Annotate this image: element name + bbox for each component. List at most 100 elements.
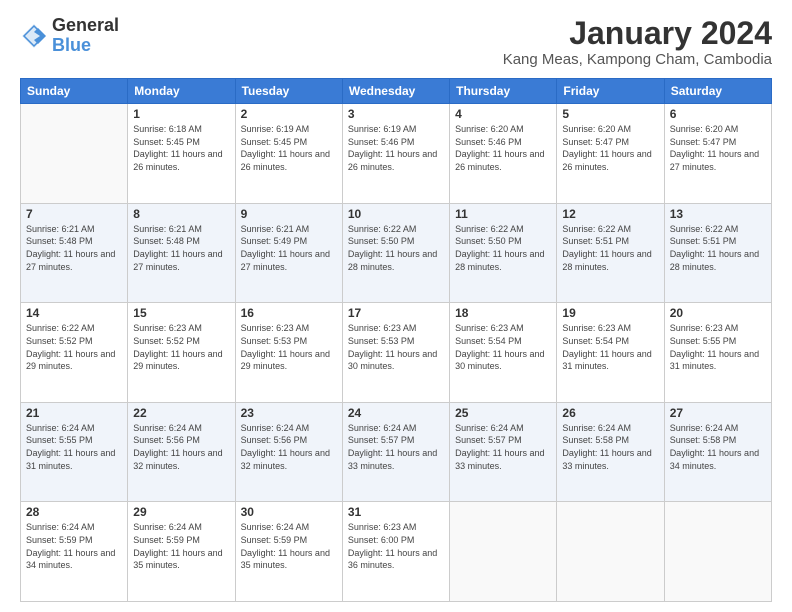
calendar-week-row: 21 Sunrise: 6:24 AM Sunset: 5:55 PM Dayl… bbox=[21, 402, 772, 502]
table-row: 17 Sunrise: 6:23 AM Sunset: 5:53 PM Dayl… bbox=[342, 303, 449, 403]
table-row bbox=[664, 502, 771, 602]
calendar-week-row: 28 Sunrise: 6:24 AM Sunset: 5:59 PM Dayl… bbox=[21, 502, 772, 602]
sunset-text: Sunset: 5:59 PM bbox=[241, 535, 308, 545]
day-info: Sunrise: 6:20 AM Sunset: 5:47 PM Dayligh… bbox=[562, 123, 658, 173]
sunset-text: Sunset: 5:51 PM bbox=[670, 236, 737, 246]
day-number: 28 bbox=[26, 505, 122, 519]
sunset-text: Sunset: 5:50 PM bbox=[348, 236, 415, 246]
day-info: Sunrise: 6:23 AM Sunset: 5:53 PM Dayligh… bbox=[348, 322, 444, 372]
table-row: 25 Sunrise: 6:24 AM Sunset: 5:57 PM Dayl… bbox=[450, 402, 557, 502]
table-row: 30 Sunrise: 6:24 AM Sunset: 5:59 PM Dayl… bbox=[235, 502, 342, 602]
header-wednesday: Wednesday bbox=[342, 79, 449, 104]
sunrise-text: Sunrise: 6:22 AM bbox=[670, 224, 739, 234]
day-info: Sunrise: 6:19 AM Sunset: 5:46 PM Dayligh… bbox=[348, 123, 444, 173]
table-row: 2 Sunrise: 6:19 AM Sunset: 5:45 PM Dayli… bbox=[235, 104, 342, 204]
day-number: 26 bbox=[562, 406, 658, 420]
table-row: 1 Sunrise: 6:18 AM Sunset: 5:45 PM Dayli… bbox=[128, 104, 235, 204]
day-number: 31 bbox=[348, 505, 444, 519]
sunset-text: Sunset: 5:56 PM bbox=[241, 435, 308, 445]
sunrise-text: Sunrise: 6:22 AM bbox=[455, 224, 524, 234]
table-row: 3 Sunrise: 6:19 AM Sunset: 5:46 PM Dayli… bbox=[342, 104, 449, 204]
day-number: 24 bbox=[348, 406, 444, 420]
day-info: Sunrise: 6:20 AM Sunset: 5:46 PM Dayligh… bbox=[455, 123, 551, 173]
sunset-text: Sunset: 5:58 PM bbox=[670, 435, 737, 445]
daylight-text: Daylight: 11 hours and 33 minutes. bbox=[562, 448, 651, 471]
day-info: Sunrise: 6:21 AM Sunset: 5:49 PM Dayligh… bbox=[241, 223, 337, 273]
day-info: Sunrise: 6:23 AM Sunset: 5:54 PM Dayligh… bbox=[562, 322, 658, 372]
month-title: January 2024 bbox=[503, 16, 772, 51]
sunset-text: Sunset: 5:53 PM bbox=[241, 336, 308, 346]
table-row: 27 Sunrise: 6:24 AM Sunset: 5:58 PM Dayl… bbox=[664, 402, 771, 502]
table-row: 14 Sunrise: 6:22 AM Sunset: 5:52 PM Dayl… bbox=[21, 303, 128, 403]
table-row: 8 Sunrise: 6:21 AM Sunset: 5:48 PM Dayli… bbox=[128, 203, 235, 303]
daylight-text: Daylight: 11 hours and 29 minutes. bbox=[26, 349, 115, 372]
daylight-text: Daylight: 11 hours and 27 minutes. bbox=[241, 249, 330, 272]
day-info: Sunrise: 6:22 AM Sunset: 5:50 PM Dayligh… bbox=[455, 223, 551, 273]
day-number: 11 bbox=[455, 207, 551, 221]
table-row: 31 Sunrise: 6:23 AM Sunset: 6:00 PM Dayl… bbox=[342, 502, 449, 602]
day-number: 21 bbox=[26, 406, 122, 420]
logo-blue: Blue bbox=[52, 36, 119, 56]
daylight-text: Daylight: 11 hours and 34 minutes. bbox=[26, 548, 115, 571]
daylight-text: Daylight: 11 hours and 28 minutes. bbox=[670, 249, 759, 272]
daylight-text: Daylight: 11 hours and 33 minutes. bbox=[455, 448, 544, 471]
sunrise-text: Sunrise: 6:24 AM bbox=[133, 423, 202, 433]
day-number: 13 bbox=[670, 207, 766, 221]
day-info: Sunrise: 6:23 AM Sunset: 5:52 PM Dayligh… bbox=[133, 322, 229, 372]
day-number: 17 bbox=[348, 306, 444, 320]
day-info: Sunrise: 6:22 AM Sunset: 5:52 PM Dayligh… bbox=[26, 322, 122, 372]
sunrise-text: Sunrise: 6:22 AM bbox=[348, 224, 417, 234]
table-row: 18 Sunrise: 6:23 AM Sunset: 5:54 PM Dayl… bbox=[450, 303, 557, 403]
sunset-text: Sunset: 5:59 PM bbox=[26, 535, 93, 545]
daylight-text: Daylight: 11 hours and 34 minutes. bbox=[670, 448, 759, 471]
day-info: Sunrise: 6:23 AM Sunset: 5:54 PM Dayligh… bbox=[455, 322, 551, 372]
sunset-text: Sunset: 5:56 PM bbox=[133, 435, 200, 445]
sunrise-text: Sunrise: 6:23 AM bbox=[670, 323, 739, 333]
day-info: Sunrise: 6:21 AM Sunset: 5:48 PM Dayligh… bbox=[133, 223, 229, 273]
daylight-text: Daylight: 11 hours and 31 minutes. bbox=[26, 448, 115, 471]
day-number: 14 bbox=[26, 306, 122, 320]
daylight-text: Daylight: 11 hours and 26 minutes. bbox=[348, 149, 437, 172]
sunset-text: Sunset: 5:52 PM bbox=[26, 336, 93, 346]
calendar-week-row: 1 Sunrise: 6:18 AM Sunset: 5:45 PM Dayli… bbox=[21, 104, 772, 204]
sunrise-text: Sunrise: 6:23 AM bbox=[241, 323, 310, 333]
day-number: 15 bbox=[133, 306, 229, 320]
sunrise-text: Sunrise: 6:21 AM bbox=[133, 224, 202, 234]
header-saturday: Saturday bbox=[664, 79, 771, 104]
sunrise-text: Sunrise: 6:24 AM bbox=[26, 423, 95, 433]
day-number: 23 bbox=[241, 406, 337, 420]
day-info: Sunrise: 6:19 AM Sunset: 5:45 PM Dayligh… bbox=[241, 123, 337, 173]
day-info: Sunrise: 6:23 AM Sunset: 6:00 PM Dayligh… bbox=[348, 521, 444, 571]
logo-general: General bbox=[52, 16, 119, 36]
table-row: 20 Sunrise: 6:23 AM Sunset: 5:55 PM Dayl… bbox=[664, 303, 771, 403]
sunset-text: Sunset: 5:49 PM bbox=[241, 236, 308, 246]
daylight-text: Daylight: 11 hours and 35 minutes. bbox=[133, 548, 222, 571]
daylight-text: Daylight: 11 hours and 35 minutes. bbox=[241, 548, 330, 571]
day-info: Sunrise: 6:20 AM Sunset: 5:47 PM Dayligh… bbox=[670, 123, 766, 173]
sunrise-text: Sunrise: 6:21 AM bbox=[26, 224, 95, 234]
sunset-text: Sunset: 5:57 PM bbox=[348, 435, 415, 445]
sunset-text: Sunset: 5:57 PM bbox=[455, 435, 522, 445]
daylight-text: Daylight: 11 hours and 29 minutes. bbox=[133, 349, 222, 372]
sunrise-text: Sunrise: 6:22 AM bbox=[26, 323, 95, 333]
day-info: Sunrise: 6:24 AM Sunset: 5:57 PM Dayligh… bbox=[348, 422, 444, 472]
day-info: Sunrise: 6:24 AM Sunset: 5:59 PM Dayligh… bbox=[241, 521, 337, 571]
daylight-text: Daylight: 11 hours and 33 minutes. bbox=[348, 448, 437, 471]
daylight-text: Daylight: 11 hours and 26 minutes. bbox=[133, 149, 222, 172]
sunset-text: Sunset: 5:54 PM bbox=[455, 336, 522, 346]
sunset-text: Sunset: 5:55 PM bbox=[670, 336, 737, 346]
sunrise-text: Sunrise: 6:20 AM bbox=[562, 124, 631, 134]
sunset-text: Sunset: 5:47 PM bbox=[670, 137, 737, 147]
sunset-text: Sunset: 5:48 PM bbox=[26, 236, 93, 246]
day-number: 27 bbox=[670, 406, 766, 420]
table-row: 24 Sunrise: 6:24 AM Sunset: 5:57 PM Dayl… bbox=[342, 402, 449, 502]
sunrise-text: Sunrise: 6:18 AM bbox=[133, 124, 202, 134]
calendar-table: Sunday Monday Tuesday Wednesday Thursday… bbox=[20, 78, 772, 602]
sunset-text: Sunset: 5:48 PM bbox=[133, 236, 200, 246]
table-row: 23 Sunrise: 6:24 AM Sunset: 5:56 PM Dayl… bbox=[235, 402, 342, 502]
day-number: 30 bbox=[241, 505, 337, 519]
table-row: 13 Sunrise: 6:22 AM Sunset: 5:51 PM Dayl… bbox=[664, 203, 771, 303]
sunrise-text: Sunrise: 6:24 AM bbox=[26, 522, 95, 532]
calendar-week-row: 14 Sunrise: 6:22 AM Sunset: 5:52 PM Dayl… bbox=[21, 303, 772, 403]
day-number: 18 bbox=[455, 306, 551, 320]
